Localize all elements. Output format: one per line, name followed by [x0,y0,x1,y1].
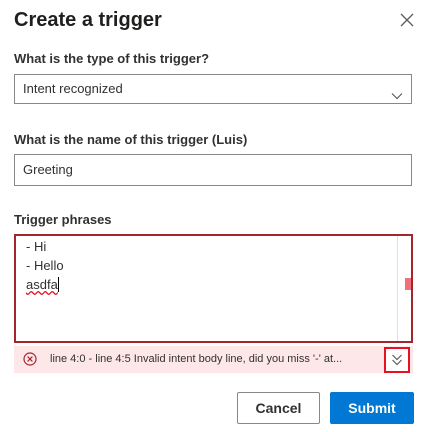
error-circle-icon [23,352,37,366]
editor-error-text: asdfa [26,277,58,292]
editor-line: asdfa [26,275,59,294]
trigger-type-dropdown[interactable]: Intent recognized [14,74,412,104]
trigger-type-value: Intent recognized [23,81,123,96]
text-cursor [57,277,59,292]
close-icon[interactable] [398,11,416,29]
chevron-down-icon [391,84,403,100]
trigger-name-input[interactable]: Greeting [14,154,412,186]
double-chevron-down-icon [392,354,402,366]
trigger-type-label: What is the type of this trigger? [14,51,210,66]
editor-scrollbar[interactable] [397,236,411,341]
trigger-phrases-editor[interactable]: - Hi - Hello asdfa [14,234,413,343]
cancel-button[interactable]: Cancel [237,392,320,424]
editor-line: - Hi [26,239,47,254]
submit-button[interactable]: Submit [330,392,414,424]
trigger-name-value: Greeting [23,162,73,177]
editor-line: - Hello [26,258,64,273]
error-message-text: line 4:0 - line 4:5 Invalid intent body … [50,353,343,365]
trigger-phrases-label: Trigger phrases [14,212,112,227]
expand-error-button[interactable] [384,347,410,373]
trigger-name-label: What is the name of this trigger (Luis) [14,132,248,147]
dialog-title: Create a trigger [14,9,162,31]
error-message-bar: line 4:0 - line 4:5 Invalid intent body … [14,346,413,373]
error-marker [405,278,411,290]
create-trigger-dialog: Create a trigger What is the type of thi… [0,0,431,432]
